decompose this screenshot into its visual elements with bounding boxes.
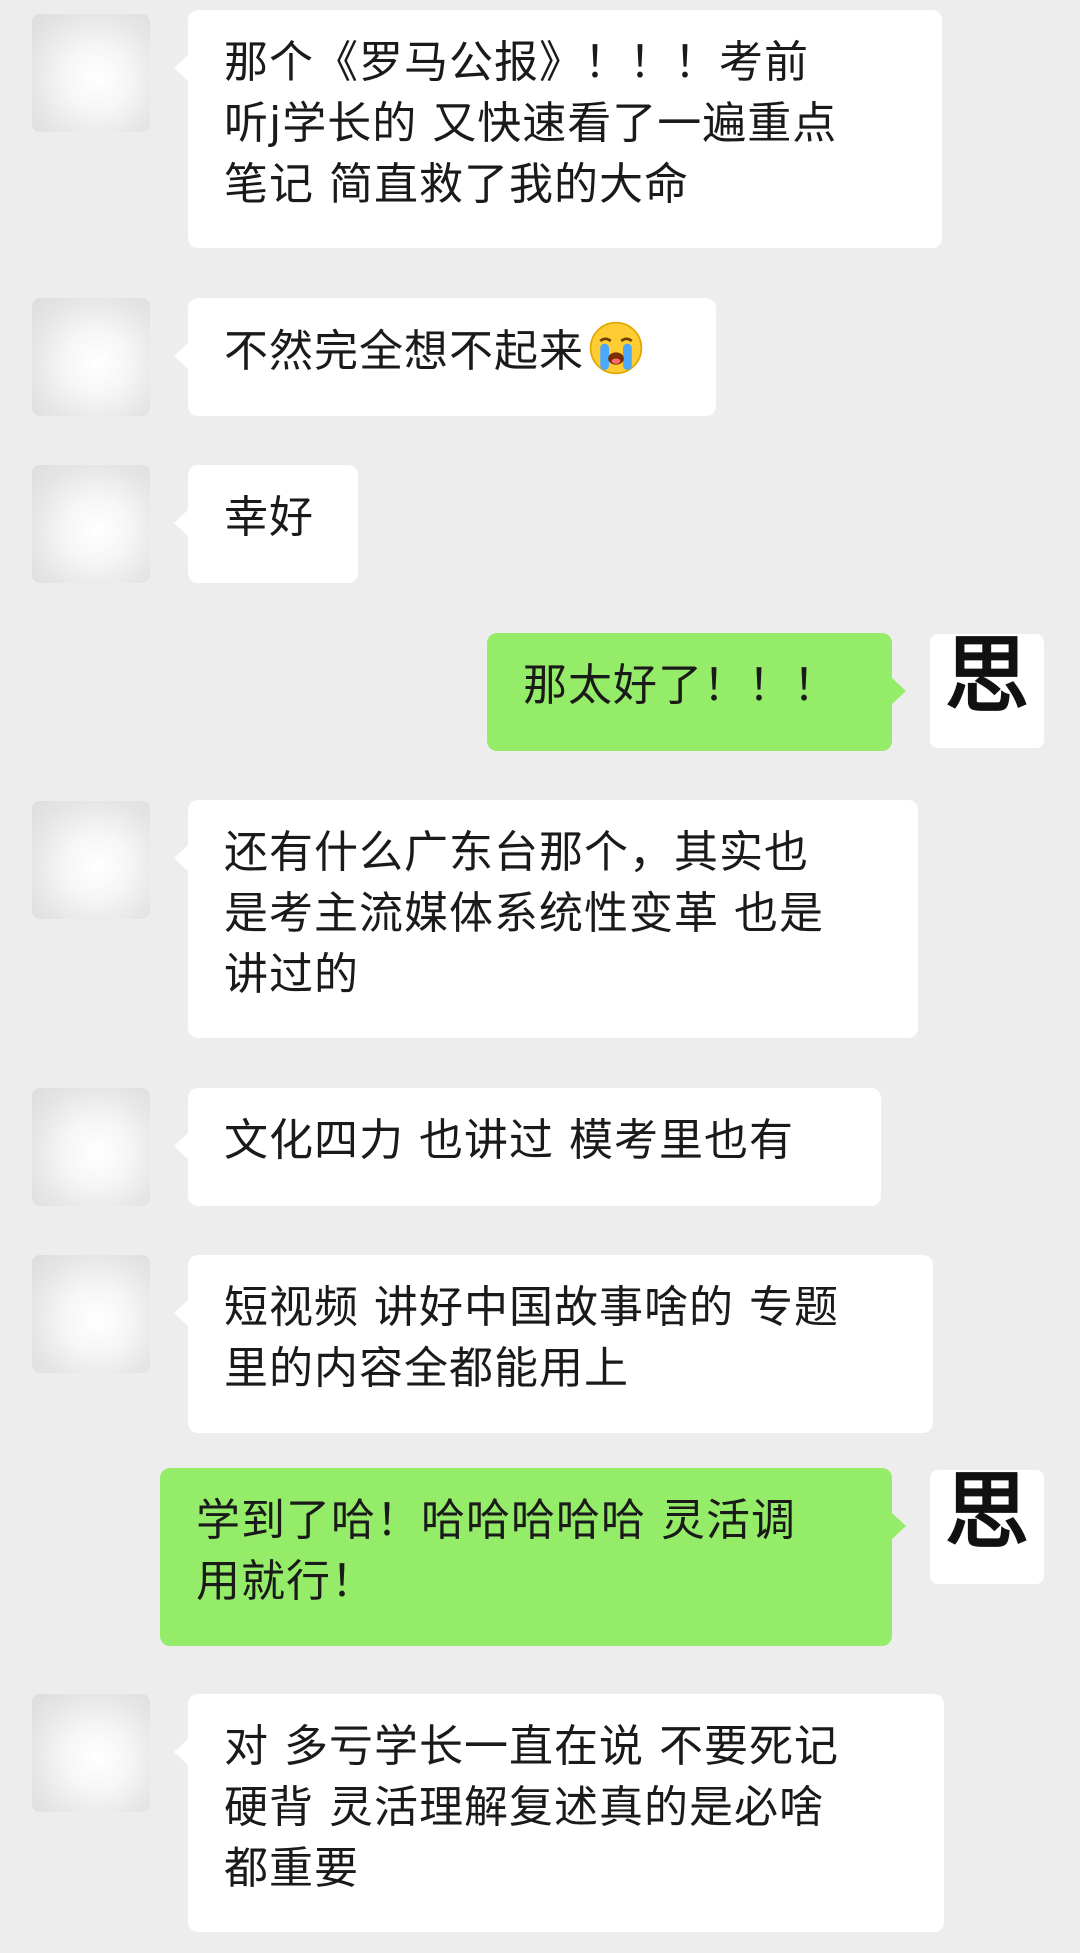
contact-avatar[interactable]: [32, 801, 150, 919]
self-avatar[interactable]: 思: [930, 1470, 1044, 1584]
calligraphy-character-icon: 思: [945, 1470, 1029, 1561]
svg-text:思: 思: [945, 634, 1029, 725]
message-text-line: 对 多亏学长一直在说 不要死记: [224, 1721, 839, 1772]
message-text-line: 幸好: [224, 492, 314, 543]
self-avatar[interactable]: 思: [930, 634, 1044, 748]
message-text-line: 都重要: [224, 1843, 359, 1894]
message-text-line: 讲过的: [224, 949, 359, 1000]
outgoing-message-bubble[interactable]: 学到了哈！哈哈哈哈哈 灵活调 用就行！: [160, 1468, 906, 1646]
contact-avatar[interactable]: [32, 1088, 150, 1206]
message-text-line: 学到了哈！哈哈哈哈哈 灵活调: [196, 1495, 796, 1546]
contact-avatar[interactable]: [32, 465, 150, 583]
message-text-line: 文化四力 也讲过 模考里也有: [224, 1115, 794, 1166]
incoming-message-bubble[interactable]: 不然完全想不起来: [174, 298, 716, 416]
contact-avatar[interactable]: [32, 298, 150, 416]
contact-avatar[interactable]: [32, 1694, 150, 1812]
message-text-line: 听j学长的 又快速看了一遍重点: [224, 98, 838, 149]
incoming-message-bubble[interactable]: 短视频 讲好中国故事啥的 专题 里的内容全都能用上: [174, 1255, 933, 1433]
outgoing-message-bubble[interactable]: 那太好了！！！: [487, 633, 906, 751]
chat-message-list[interactable]: 那个《罗马公报》！！！考前 听j学长的 又快速看了一遍重点 笔记 简直救了我的大…: [0, 0, 1080, 1953]
calligraphy-character-icon: 思: [945, 634, 1029, 725]
message-text-line: 用就行！: [196, 1556, 376, 1607]
message-text-line: 里的内容全都能用上: [224, 1343, 629, 1394]
message-text-line: 那个《罗马公报》！！！考前: [224, 37, 809, 88]
message-text-line: 短视频 讲好中国故事啥的 专题: [224, 1282, 839, 1333]
message-text-line: 硬背 灵活理解复述真的是必啥: [224, 1782, 824, 1833]
contact-avatar[interactable]: [32, 14, 150, 132]
incoming-message-bubble[interactable]: 还有什么广东台那个，其实也 是考主流媒体系统性变革 也是 讲过的: [174, 800, 918, 1038]
message-text-line: 不然完全想不起来: [224, 320, 680, 382]
message-text-line: 是考主流媒体系统性变革 也是: [224, 888, 824, 939]
incoming-message-bubble[interactable]: 对 多亏学长一直在说 不要死记 硬背 灵活理解复述真的是必啥 都重要: [174, 1694, 944, 1932]
crying-face-emoji: [589, 321, 643, 375]
contact-avatar[interactable]: [32, 1255, 150, 1373]
message-text-line: 笔记 简直救了我的大命: [224, 159, 689, 210]
incoming-message-bubble[interactable]: 那个《罗马公报》！！！考前 听j学长的 又快速看了一遍重点 笔记 简直救了我的大…: [174, 10, 942, 248]
incoming-message-bubble[interactable]: 文化四力 也讲过 模考里也有: [174, 1088, 881, 1206]
message-text-line: 还有什么广东台那个，其实也: [224, 827, 809, 878]
message-text-line: 那太好了！！！: [523, 660, 838, 711]
svg-text:思: 思: [945, 1470, 1029, 1561]
incoming-message-bubble[interactable]: 幸好: [174, 465, 358, 583]
